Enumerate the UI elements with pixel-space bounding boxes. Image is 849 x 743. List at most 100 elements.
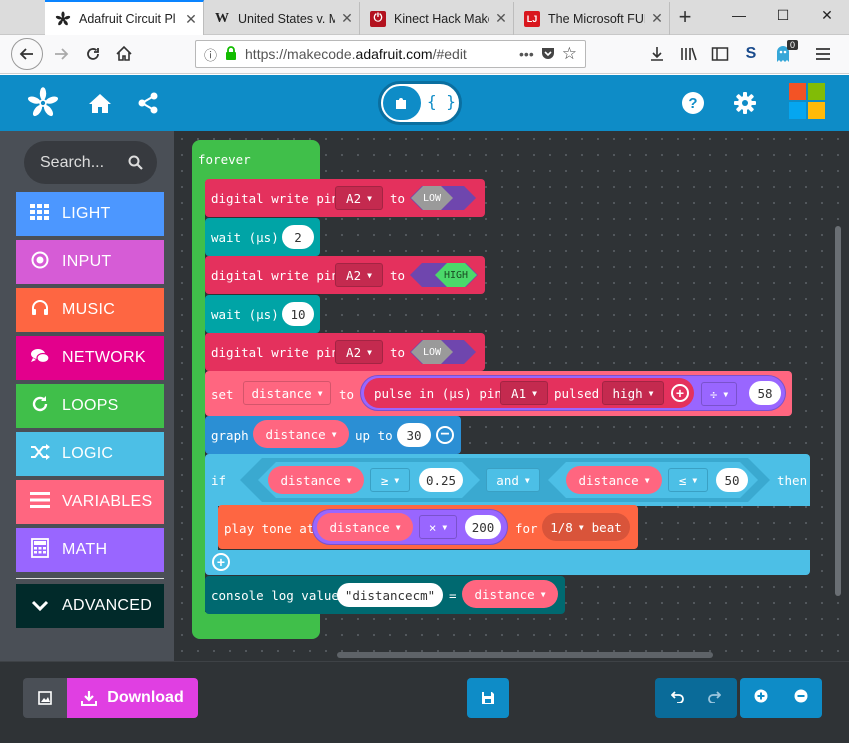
- variable-reporter[interactable]: distance ▼: [268, 466, 364, 494]
- collapse-minus-icon[interactable]: −: [436, 426, 454, 444]
- redo-icon[interactable]: [707, 689, 722, 708]
- expand-plus-icon[interactable]: +: [671, 384, 689, 402]
- console-key-value[interactable]: "distancecm": [337, 583, 443, 607]
- variable-reporter[interactable]: distance ▼: [317, 513, 413, 541]
- tab-lj[interactable]: LJ The Microsoft FUD ✕: [514, 2, 670, 35]
- variable-reporter[interactable]: distance ▼: [462, 580, 558, 608]
- beat-dropdown[interactable]: 1/8 ▼ beat: [542, 513, 630, 541]
- close-icon[interactable]: ✕: [645, 10, 669, 27]
- variable-dropdown[interactable]: distance ▼: [243, 381, 331, 405]
- pulse-in-block[interactable]: pulse in (µs) pin A1 ▼ pulsed high ▼ +: [364, 378, 694, 408]
- pin-dropdown[interactable]: A1 ▼: [500, 381, 548, 405]
- vertical-scrollbar[interactable]: [835, 226, 841, 596]
- share-icon[interactable]: [132, 87, 164, 119]
- wait-block[interactable]: wait (µs) 10: [205, 295, 320, 333]
- pocket-icon[interactable]: [540, 45, 556, 64]
- category-math[interactable]: MATH: [16, 528, 164, 572]
- category-input[interactable]: INPUT: [16, 240, 164, 284]
- pin-dropdown[interactable]: A2 ▼: [335, 263, 383, 287]
- console-log-block[interactable]: console log value "distancecm" = distanc…: [205, 576, 565, 614]
- javascript-mode-button[interactable]: { }: [427, 92, 456, 111]
- s-extension-icon[interactable]: S: [736, 39, 766, 69]
- category-loops[interactable]: LOOPS: [16, 384, 164, 428]
- compare-value[interactable]: 50: [716, 468, 748, 492]
- operator-dropdown[interactable]: ≤ ▼: [668, 468, 708, 492]
- play-tone-block[interactable]: play tone at distance ▼ × ▼ 200 for 1/8 ▼ be…: [218, 505, 638, 549]
- new-tab-button[interactable]: +: [672, 4, 698, 30]
- tab-kinect[interactable]: ⏻ Kinect Hack Make ✕: [360, 2, 514, 35]
- minimize-icon[interactable]: —: [717, 0, 761, 30]
- wait-block[interactable]: wait (µs) 2: [205, 218, 320, 256]
- forever-label: forever: [198, 152, 251, 167]
- library-button[interactable]: [674, 39, 704, 69]
- close-window-icon[interactable]: ✕: [805, 0, 849, 30]
- tab-adafruit[interactable]: Adafruit Circuit Pl ✕: [45, 0, 204, 36]
- graph-max-value[interactable]: 30: [397, 423, 431, 447]
- multiply-block[interactable]: distance ▼ × ▼ 200: [312, 509, 508, 545]
- search-input[interactable]: Search...: [24, 141, 157, 184]
- and-dropdown[interactable]: and ▼: [486, 468, 540, 492]
- home-button[interactable]: [109, 39, 139, 69]
- set-variable-block[interactable]: set distance ▼ to pulse in (µs) pin A1 ▼ p…: [205, 371, 792, 416]
- menu-button[interactable]: [808, 39, 838, 69]
- download-button[interactable]: Download: [67, 678, 198, 718]
- zoom-out-icon[interactable]: [794, 689, 808, 708]
- divide-block[interactable]: pulse in (µs) pin A1 ▼ pulsed high ▼ + ÷ ▼ …: [360, 375, 786, 411]
- info-icon[interactable]: ⓘ: [204, 45, 217, 64]
- gear-icon[interactable]: [729, 87, 761, 119]
- forward-button[interactable]: [46, 39, 76, 69]
- tab-wikipedia[interactable]: W United States v. M ✕: [204, 2, 360, 35]
- zoom-in-icon[interactable]: [754, 689, 768, 708]
- simulator-toggle-button[interactable]: [23, 678, 67, 718]
- variable-reporter[interactable]: distance ▼: [566, 466, 662, 494]
- close-icon[interactable]: ✕: [179, 11, 203, 28]
- horizontal-scrollbar[interactable]: [337, 652, 713, 658]
- multiplier-value[interactable]: 200: [465, 515, 501, 539]
- category-logic[interactable]: LOGIC: [16, 432, 164, 476]
- digital-write-block[interactable]: digital write pin A2 ▼ to LOW: [205, 333, 485, 371]
- operator-dropdown[interactable]: ÷ ▼: [701, 382, 737, 406]
- downloads-button[interactable]: [642, 39, 672, 69]
- category-advanced[interactable]: ADVANCED: [16, 584, 164, 628]
- back-button[interactable]: [11, 38, 43, 70]
- editor-toggle[interactable]: { }: [378, 81, 462, 125]
- category-variables[interactable]: VARIABLES: [16, 480, 164, 524]
- search-icon[interactable]: [128, 141, 143, 187]
- maximize-icon[interactable]: ☐: [761, 0, 805, 30]
- home-icon[interactable]: [84, 87, 116, 119]
- digital-write-block[interactable]: digital write pin A2 ▼ to HIGH: [205, 256, 485, 294]
- adafruit-logo-icon[interactable]: [24, 84, 62, 122]
- microsoft-logo-icon[interactable]: [789, 83, 825, 119]
- extension-button[interactable]: 0: [768, 39, 798, 69]
- digital-write-block[interactable]: digital write pin A2 ▼ to LOW: [205, 179, 485, 217]
- save-button[interactable]: [467, 678, 509, 718]
- graph-block[interactable]: graph distance ▼ up to 30 −: [205, 416, 461, 454]
- more-icon[interactable]: •••: [519, 46, 534, 62]
- close-icon[interactable]: ✕: [489, 10, 513, 27]
- for-label: for: [515, 521, 538, 536]
- reload-button[interactable]: [78, 39, 108, 69]
- category-light[interactable]: LIGHT: [16, 192, 164, 236]
- bookmark-star-icon[interactable]: ☆: [562, 44, 577, 64]
- calculator-icon: [28, 537, 52, 563]
- close-icon[interactable]: ✕: [335, 10, 359, 27]
- category-network[interactable]: NETWORK: [16, 336, 164, 380]
- url-bar[interactable]: ⓘ https://makecode.adafruit.com/#edit ••…: [195, 40, 586, 68]
- help-icon[interactable]: ?: [677, 87, 709, 119]
- operator-dropdown[interactable]: × ▼: [419, 515, 457, 539]
- sidebar-button[interactable]: [705, 39, 735, 69]
- level-dropdown[interactable]: high ▼: [602, 381, 664, 405]
- variable-reporter[interactable]: distance ▼: [253, 420, 349, 448]
- divisor-value[interactable]: 58: [749, 381, 781, 405]
- wait-value[interactable]: 10: [282, 302, 314, 326]
- badge-count: 0: [786, 40, 798, 50]
- add-else-plus-icon[interactable]: +: [212, 553, 230, 571]
- operator-dropdown[interactable]: ≥ ▼: [370, 468, 410, 492]
- blocks-mode-button[interactable]: [383, 86, 421, 120]
- wait-value[interactable]: 2: [282, 225, 314, 249]
- compare-value[interactable]: 0.25: [419, 468, 463, 492]
- pin-dropdown[interactable]: A2 ▼: [335, 340, 383, 364]
- undo-icon[interactable]: [670, 689, 685, 708]
- category-music[interactable]: MUSIC: [16, 288, 164, 332]
- pin-dropdown[interactable]: A2 ▼: [335, 186, 383, 210]
